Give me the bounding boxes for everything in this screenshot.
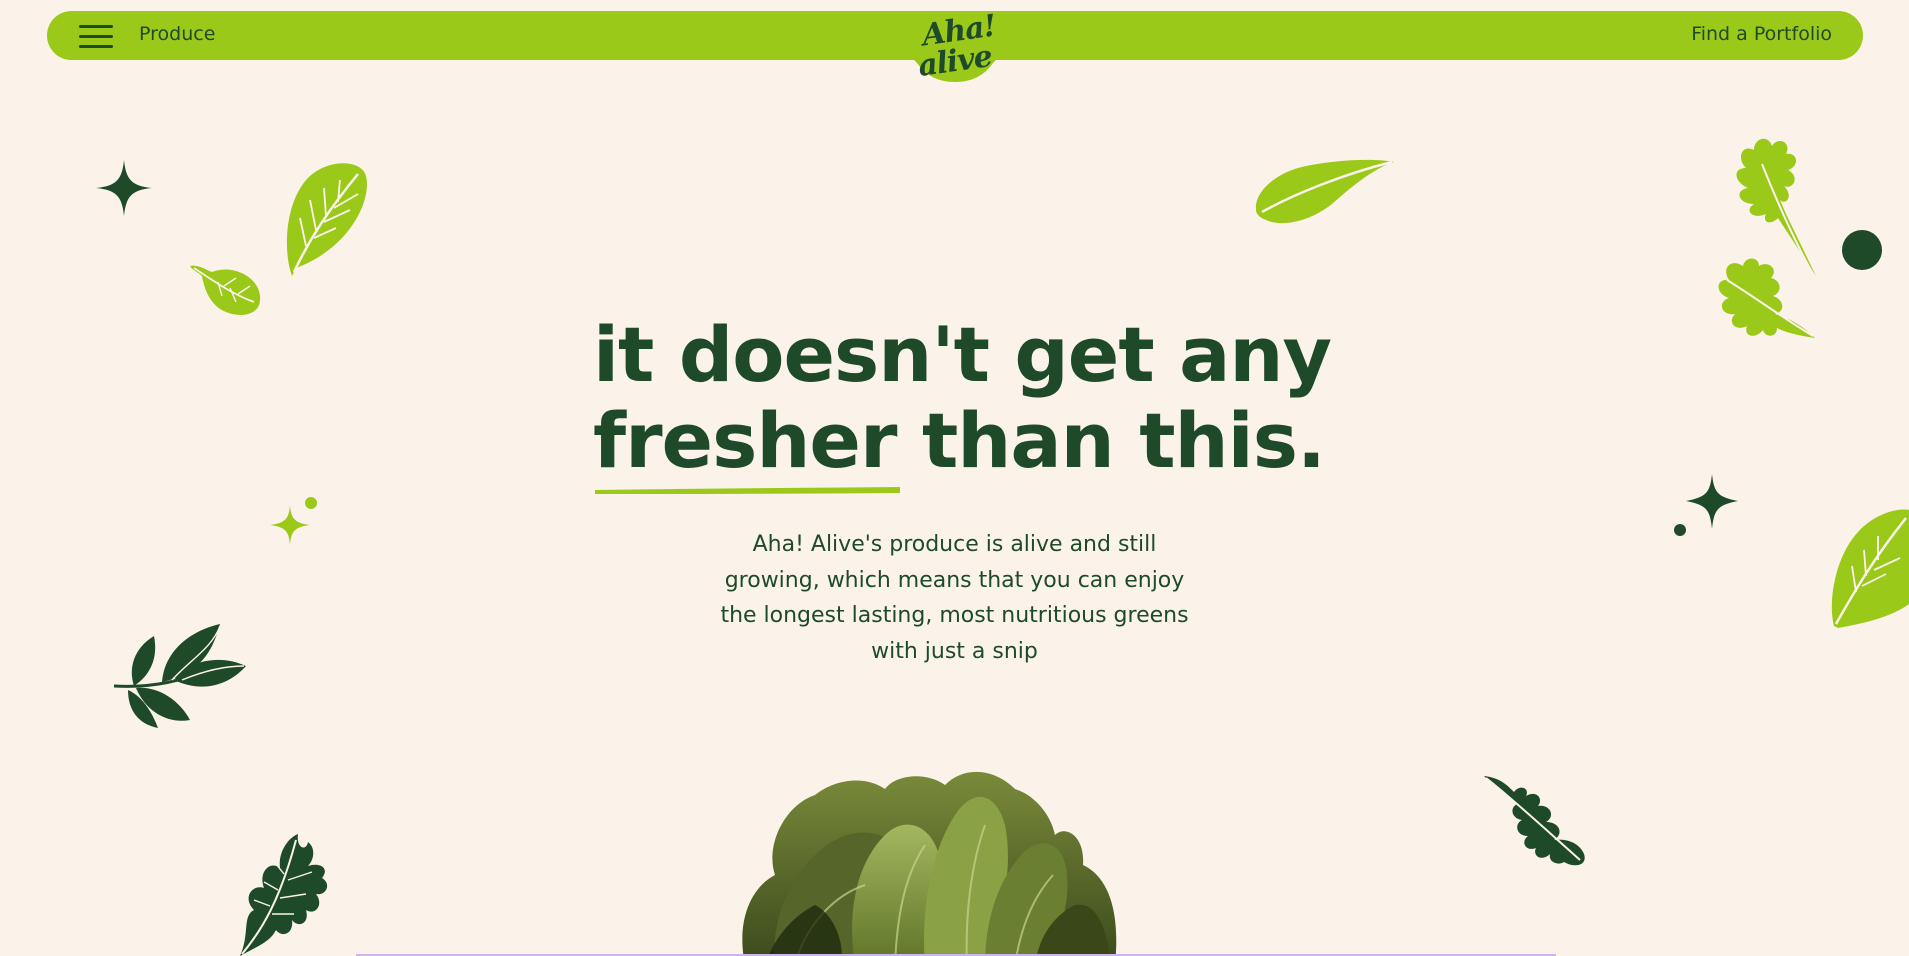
leaf-icon	[1831, 509, 1909, 628]
hero-headline: it doesn't get any fresher than this.	[593, 310, 1333, 494]
hamburger-menu-icon[interactable]	[79, 25, 113, 48]
logo-wordmark: Aha! alive	[885, 8, 1025, 83]
nav-link-find-a-portfolio[interactable]: Find a Portfolio	[1691, 23, 1832, 45]
hero-subtext: Aha! Alive's produce is alive and still …	[720, 532, 1189, 664]
arugula-leaf-icon	[1718, 258, 1815, 338]
sparkle-icon	[1674, 474, 1738, 536]
page: Produce Find a Portfolio Aha! alive it d…	[0, 0, 1909, 956]
arugula-leaf-icon	[1484, 776, 1585, 866]
leaf-icon	[286, 163, 367, 276]
herb-sprig-icon	[113, 624, 246, 728]
dot-icon	[1842, 230, 1882, 270]
headline-line-1: it doesn't get any	[593, 310, 1332, 399]
headline-highlight-word: fresher	[593, 398, 900, 494]
headline-rest: than this.	[921, 396, 1326, 485]
nav-link-produce[interactable]: Produce	[139, 23, 215, 45]
sparkle-icon	[270, 497, 317, 545]
logo[interactable]: Aha! alive	[885, 8, 1025, 91]
headline-line-2: fresher than this.	[593, 396, 1333, 494]
parsley-leaf-icon	[240, 834, 328, 956]
leaf-icon	[190, 265, 261, 315]
highlight-underline	[595, 487, 900, 494]
leaf-icon	[1255, 159, 1394, 224]
sparkle-icon	[96, 160, 152, 216]
lettuce-image	[742, 772, 1117, 956]
